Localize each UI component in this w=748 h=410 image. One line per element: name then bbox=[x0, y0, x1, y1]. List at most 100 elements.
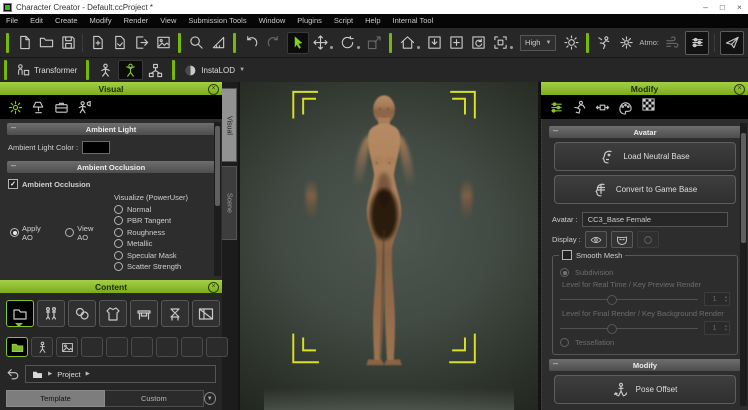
menu-plugins[interactable]: Plugins bbox=[291, 14, 328, 28]
tab-attribute[interactable] bbox=[549, 100, 564, 115]
visual-close-icon[interactable]: × bbox=[208, 84, 219, 95]
visualize-specular-mask-radio[interactable] bbox=[114, 251, 123, 260]
side-tab-visual[interactable]: Visual bbox=[222, 88, 237, 162]
tab-template[interactable]: Template bbox=[6, 390, 105, 407]
undo-button[interactable] bbox=[240, 32, 262, 54]
camera-frame-button[interactable] bbox=[489, 32, 511, 54]
visual-scrollbar-thumb[interactable] bbox=[215, 126, 220, 206]
category-stage[interactable] bbox=[192, 300, 220, 327]
display-eye-button[interactable] bbox=[585, 231, 607, 248]
new-project-button[interactable] bbox=[13, 32, 35, 54]
visualize-metallic-radio[interactable] bbox=[114, 239, 123, 248]
tab-material[interactable] bbox=[618, 100, 633, 115]
fog-button[interactable] bbox=[661, 32, 683, 54]
content-slot-empty[interactable] bbox=[181, 337, 203, 357]
close-button[interactable]: × bbox=[731, 0, 748, 14]
menu-internal-tool[interactable]: Internal Tool bbox=[387, 14, 440, 28]
tab-shadow[interactable] bbox=[54, 100, 69, 115]
subfolder-avatar[interactable] bbox=[31, 337, 53, 357]
back-button[interactable] bbox=[6, 367, 20, 381]
category-project[interactable] bbox=[6, 300, 34, 327]
quality-dropdown[interactable]: High ▼ bbox=[520, 35, 556, 51]
avatar-name-field[interactable]: CC3_Base Female bbox=[582, 212, 728, 227]
reset-view-button[interactable] bbox=[467, 32, 489, 54]
side-tab-scene[interactable]: Scene bbox=[222, 166, 237, 240]
breadcrumb[interactable]: ▶ Project ▶ bbox=[25, 365, 216, 383]
edit-motion-button[interactable] bbox=[118, 60, 143, 80]
modify-section[interactable]: – Modify bbox=[549, 359, 741, 371]
import-button[interactable] bbox=[86, 32, 108, 54]
home-view-button[interactable] bbox=[396, 32, 418, 54]
display-settings-button[interactable] bbox=[685, 31, 709, 55]
realtime-level-spinbox[interactable]: 1 ▲▼ bbox=[704, 292, 730, 306]
final-level-spinbox[interactable]: 1 ▲▼ bbox=[704, 321, 730, 335]
send-to-button[interactable] bbox=[130, 32, 152, 54]
collapse-icon[interactable]: – bbox=[11, 160, 16, 170]
viewport-3d[interactable] bbox=[238, 82, 540, 410]
avatar-body[interactable] bbox=[366, 95, 402, 365]
lighting-button[interactable] bbox=[560, 32, 582, 54]
slider-thumb[interactable] bbox=[607, 324, 617, 334]
ambient-light-section[interactable]: – Ambient Light bbox=[7, 123, 215, 135]
slider-thumb[interactable] bbox=[607, 295, 617, 305]
home-dropdown-dot[interactable] bbox=[417, 46, 420, 49]
modify-close-icon[interactable]: × bbox=[734, 84, 745, 95]
pose-offset-button[interactable]: Pose Offset bbox=[554, 375, 736, 404]
category-accessory[interactable] bbox=[130, 300, 158, 327]
select-tool-button[interactable] bbox=[287, 32, 309, 54]
maximize-button[interactable]: □ bbox=[714, 0, 731, 14]
modify-scrollbar[interactable] bbox=[740, 123, 747, 406]
visualize-normal-radio[interactable] bbox=[114, 205, 123, 214]
smooth-mesh-checkbox[interactable] bbox=[562, 250, 572, 260]
visualize-pbr-tangent-radio[interactable] bbox=[114, 216, 123, 225]
save-project-button[interactable] bbox=[57, 32, 79, 54]
category-material[interactable] bbox=[68, 300, 96, 327]
display-extra-button[interactable] bbox=[637, 231, 659, 248]
menu-modify[interactable]: Modify bbox=[84, 14, 118, 28]
menu-file[interactable]: File bbox=[0, 14, 24, 28]
subfolder-template-image[interactable] bbox=[56, 337, 78, 357]
menu-view[interactable]: View bbox=[154, 14, 182, 28]
open-project-button[interactable] bbox=[35, 32, 57, 54]
calibration-button[interactable] bbox=[207, 32, 229, 54]
menu-render[interactable]: Render bbox=[118, 14, 155, 28]
category-prop[interactable] bbox=[161, 300, 189, 327]
subdivision-radio[interactable] bbox=[560, 268, 569, 277]
ambient-occlusion-checkbox[interactable]: ✓ bbox=[8, 179, 18, 189]
tab-camera-pose[interactable] bbox=[77, 100, 92, 115]
camera-dropdown-dot[interactable] bbox=[510, 46, 513, 49]
visual-panel-header[interactable]: Visual × bbox=[0, 82, 222, 95]
category-actor[interactable] bbox=[37, 300, 65, 327]
final-level-slider[interactable] bbox=[560, 324, 698, 333]
move-tool-button[interactable] bbox=[309, 32, 331, 54]
edit-pose-button[interactable] bbox=[93, 60, 118, 80]
spin-down-icon[interactable]: ▼ bbox=[724, 328, 728, 332]
content-slot-empty[interactable] bbox=[156, 337, 178, 357]
menu-submission-tools[interactable]: Submission Tools bbox=[182, 14, 252, 28]
apply-ao-radio[interactable] bbox=[10, 228, 19, 237]
display-mask-button[interactable] bbox=[611, 231, 633, 248]
ambient-occlusion-section[interactable]: – Ambient Occlusion bbox=[7, 161, 215, 173]
menu-window[interactable]: Window bbox=[253, 14, 292, 28]
instalod-button[interactable]: InstaLOD ▼ bbox=[179, 60, 250, 80]
menu-script[interactable]: Script bbox=[328, 14, 359, 28]
menu-help[interactable]: Help bbox=[359, 14, 386, 28]
visualize-roughness-radio[interactable] bbox=[114, 228, 123, 237]
rotate-dropdown-dot[interactable] bbox=[357, 46, 360, 49]
atmosphere-button[interactable] bbox=[615, 32, 637, 54]
lod-button[interactable] bbox=[143, 60, 168, 80]
move-dropdown-dot[interactable] bbox=[330, 46, 333, 49]
zoom-extents-button[interactable] bbox=[445, 32, 467, 54]
minimize-button[interactable]: – bbox=[697, 0, 714, 14]
content-panel-header[interactable]: Content × bbox=[0, 280, 222, 293]
modify-panel-header[interactable]: Modify × bbox=[541, 82, 748, 95]
realtime-level-slider[interactable] bbox=[560, 295, 698, 304]
redo-button[interactable] bbox=[262, 32, 284, 54]
visualize-scatter-strength-radio[interactable] bbox=[114, 262, 123, 271]
avatar-3d-model[interactable] bbox=[240, 82, 538, 406]
tab-animation[interactable] bbox=[572, 100, 587, 115]
image-viewer-button[interactable] bbox=[152, 32, 174, 54]
spin-down-icon[interactable]: ▼ bbox=[724, 299, 728, 303]
content-slot-empty[interactable] bbox=[81, 337, 103, 357]
content-slot-empty[interactable] bbox=[106, 337, 128, 357]
